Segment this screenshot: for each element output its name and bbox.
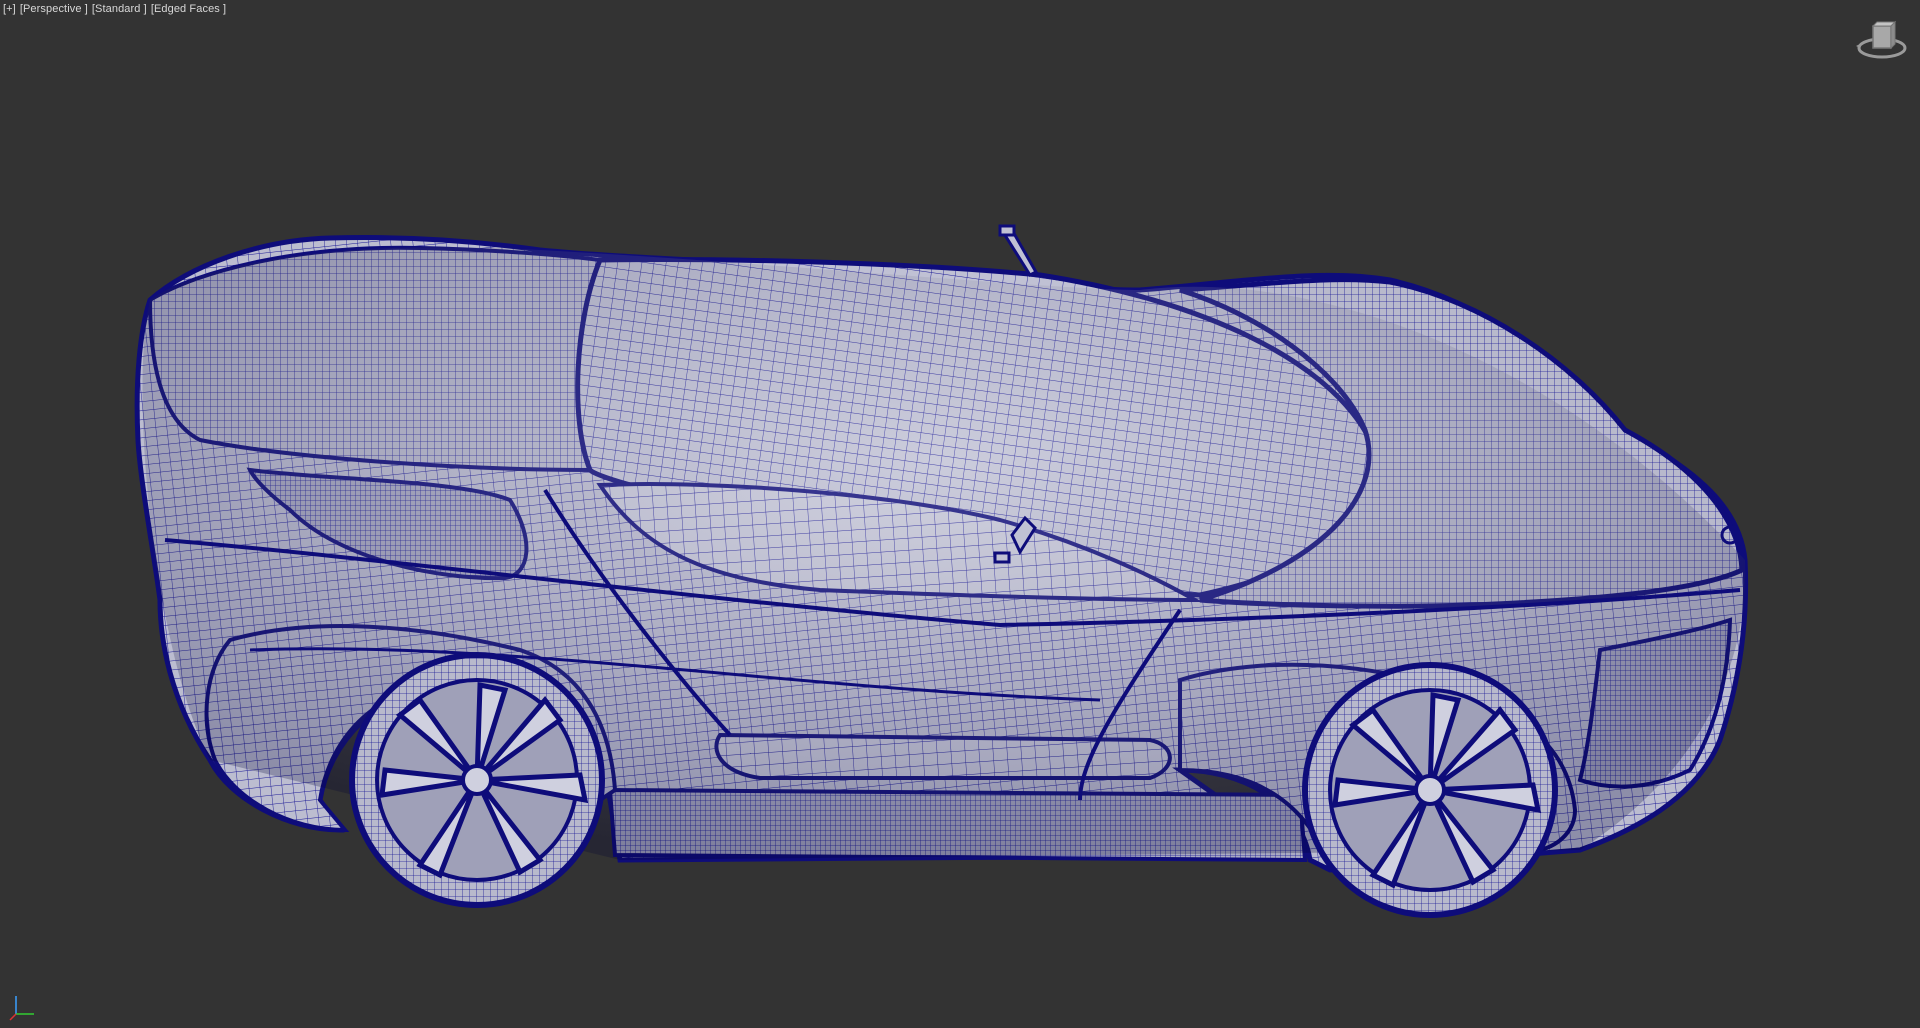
viewcube-icon[interactable] [1856,18,1908,64]
antenna [998,224,1039,277]
front-wheel[interactable] [1302,662,1558,918]
viewport[interactable]: [+] [Perspective ] [Standard ] [Edged Faces… [0,0,1920,1028]
car-wireframe-model[interactable] [0,0,1920,1028]
rear-wheel[interactable] [349,652,605,908]
axis-tripod-icon [9,996,34,1021]
